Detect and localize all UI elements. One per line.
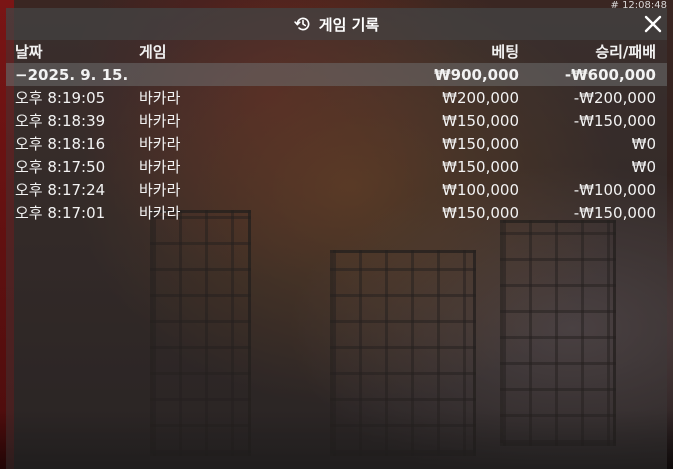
row-game: 바카라 bbox=[139, 158, 181, 176]
table-row[interactable]: 오후 8:18:16 바카라 ₩150,000 ₩0 bbox=[6, 132, 667, 155]
history-table: 날짜 게임 베팅 승리/패배 −2025. 9. 15. ₩900,000 -₩… bbox=[6, 40, 667, 224]
row-game: 바카라 bbox=[139, 204, 181, 222]
row-bet: ₩200,000 bbox=[442, 88, 519, 107]
row-time: 오후 8:17:50 bbox=[15, 158, 106, 176]
row-time: 오후 8:18:39 bbox=[15, 112, 106, 130]
row-time: 오후 8:17:01 bbox=[15, 204, 106, 222]
panel-title: 게임 기록 bbox=[318, 15, 380, 34]
row-result: ₩0 bbox=[631, 134, 656, 153]
row-result: -₩200,000 bbox=[573, 88, 656, 107]
date-summary-row[interactable]: −2025. 9. 15. ₩900,000 -₩600,000 bbox=[6, 63, 667, 86]
row-bet: ₩100,000 bbox=[442, 180, 519, 199]
summary-bet: ₩900,000 bbox=[319, 63, 519, 86]
panel-header: 게임 기록 bbox=[6, 8, 667, 40]
row-game: 바카라 bbox=[139, 89, 181, 107]
row-game: 바카라 bbox=[139, 135, 181, 153]
row-result: -₩150,000 bbox=[573, 203, 656, 222]
header-date: 날짜 bbox=[15, 43, 43, 61]
table-row[interactable]: 오후 8:19:05 바카라 ₩200,000 -₩200,000 bbox=[6, 86, 667, 109]
game-history-panel: 게임 기록 날짜 게임 베팅 승리/패배 −2025. 9. 15. ₩900,… bbox=[6, 8, 667, 469]
row-time: 오후 8:18:16 bbox=[15, 135, 106, 153]
table-row[interactable]: 오후 8:17:01 바카라 ₩150,000 -₩150,000 bbox=[6, 201, 667, 224]
table-row[interactable]: 오후 8:18:39 바카라 ₩150,000 -₩150,000 bbox=[6, 109, 667, 132]
header-game: 게임 bbox=[139, 43, 167, 61]
row-time: 오후 8:17:24 bbox=[15, 181, 106, 199]
game-background: # 12:08:48 게임 기록 날짜 게임 베팅 승리/패배 −2025. 9… bbox=[0, 0, 673, 469]
header-result: 승리/패배 bbox=[595, 43, 656, 61]
row-game: 바카라 bbox=[139, 112, 181, 130]
row-result: -₩150,000 bbox=[573, 111, 656, 130]
row-bet: ₩150,000 bbox=[442, 203, 519, 222]
row-bet: ₩150,000 bbox=[442, 157, 519, 176]
table-header-row: 날짜 게임 베팅 승리/패배 bbox=[6, 40, 667, 63]
table-row[interactable]: 오후 8:17:24 바카라 ₩100,000 -₩100,000 bbox=[6, 178, 667, 201]
summary-result: -₩600,000 bbox=[519, 63, 667, 86]
history-icon bbox=[294, 17, 310, 31]
row-bet: ₩150,000 bbox=[442, 134, 519, 153]
row-game: 바카라 bbox=[139, 181, 181, 199]
summary-date: −2025. 9. 15. bbox=[6, 63, 319, 86]
row-result: ₩0 bbox=[631, 157, 656, 176]
row-bet: ₩150,000 bbox=[442, 111, 519, 130]
close-icon[interactable] bbox=[641, 12, 665, 36]
row-time: 오후 8:19:05 bbox=[15, 89, 106, 107]
row-result: -₩100,000 bbox=[573, 180, 656, 199]
header-bet: 베팅 bbox=[491, 43, 519, 61]
table-row[interactable]: 오후 8:17:50 바카라 ₩150,000 ₩0 bbox=[6, 155, 667, 178]
